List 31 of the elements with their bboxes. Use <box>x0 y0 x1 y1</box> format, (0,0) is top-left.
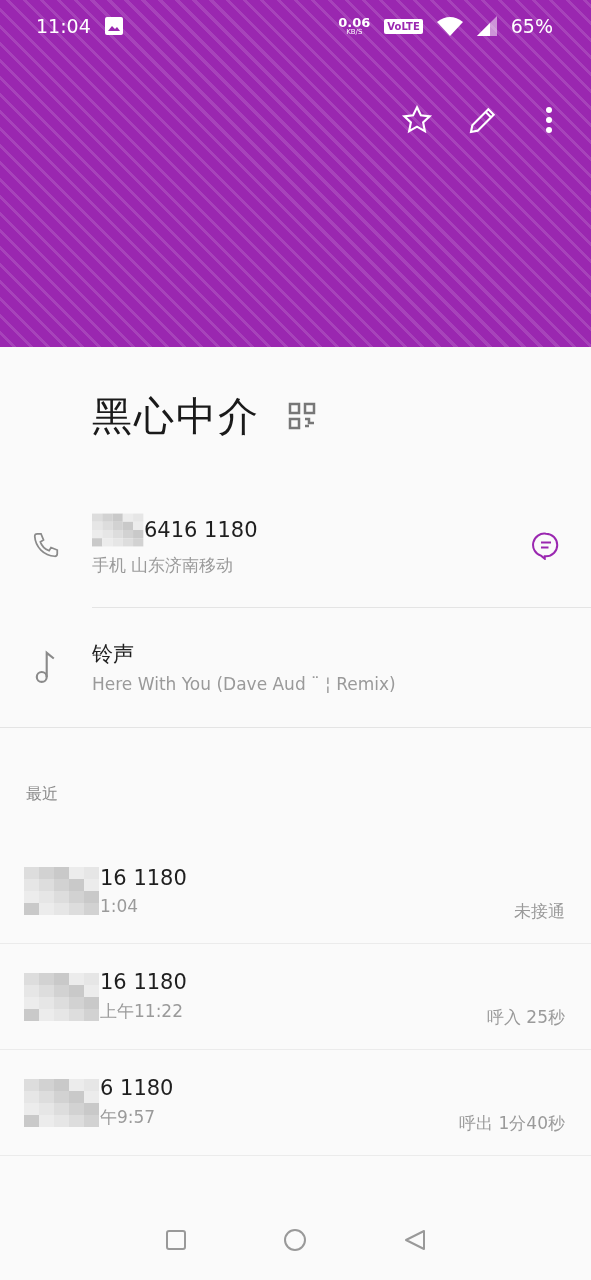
ringtone-label: 铃声 <box>92 640 135 668</box>
call-log-item[interactable]: 16 1180 上午11:22 呼入 25秒 <box>0 944 591 1050</box>
call-number: 6 1180 <box>100 1076 175 1100</box>
image-icon <box>104 17 123 35</box>
recent-apps-icon[interactable] <box>164 1229 187 1251</box>
phone-location: 手机 山东济南移动 <box>92 554 235 577</box>
volte-badge: VoLTE <box>384 18 423 34</box>
home-icon[interactable] <box>282 1228 307 1252</box>
call-log-item[interactable]: 6 1180 午9:57 呼出 1分40秒 <box>0 1050 591 1156</box>
section-heading: 最近 <box>25 783 59 805</box>
call-number: 16 1180 <box>100 865 188 890</box>
contact-name: 黑心中介 <box>92 391 260 441</box>
wifi-icon <box>436 16 463 36</box>
battery-percent: 65% <box>510 15 553 37</box>
call-time: 1:04 <box>100 895 140 916</box>
back-icon[interactable] <box>402 1228 427 1252</box>
call-result: 呼出 1分40秒 <box>459 1112 565 1135</box>
network-speed: 0.06 <box>338 16 371 29</box>
call-result: 未接通 <box>514 900 565 923</box>
phone-icon <box>31 530 61 560</box>
call-log-item[interactable]: 16 1180 1:04 未接通 <box>0 838 591 944</box>
signal-icon <box>476 16 497 36</box>
ringtone-name: Here With You (Dave Aud ¨ ¦ Remix) <box>92 673 397 694</box>
call-time: 上午11:22 <box>100 1000 184 1023</box>
phone-number: 6416 1180 <box>92 512 531 548</box>
call-result: 呼入 25秒 <box>486 1006 565 1029</box>
qr-code-icon[interactable] <box>288 402 316 430</box>
call-time: 午9:57 <box>100 1106 157 1129</box>
status-time: 11:04 <box>36 15 91 37</box>
call-number: 16 1180 <box>100 970 188 994</box>
redaction-drawing <box>92 512 144 548</box>
